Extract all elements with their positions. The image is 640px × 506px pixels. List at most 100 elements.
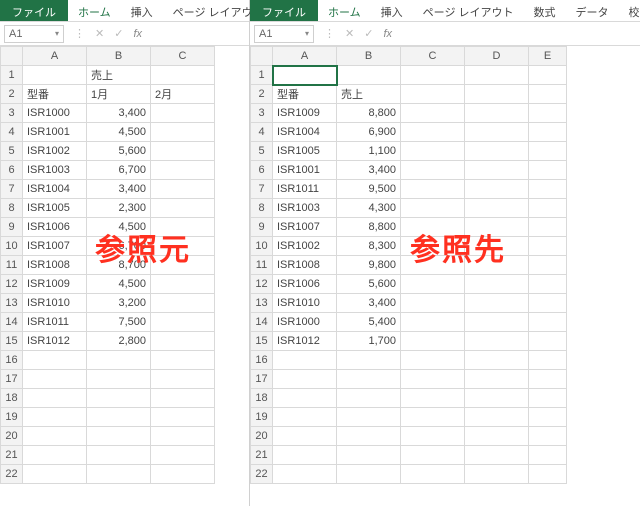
cell[interactable] — [529, 218, 567, 237]
row-header[interactable]: 22 — [251, 465, 273, 484]
dropdown-icon[interactable]: ▾ — [305, 29, 309, 38]
cell[interactable]: 3,400 — [87, 104, 151, 123]
cell[interactable] — [23, 465, 87, 484]
cell[interactable]: 1,700 — [337, 332, 401, 351]
row-header[interactable]: 21 — [251, 446, 273, 465]
row-header[interactable]: 16 — [251, 351, 273, 370]
cell[interactable] — [529, 161, 567, 180]
tab-home[interactable]: ホーム — [68, 0, 121, 21]
cell[interactable]: 7,500 — [87, 313, 151, 332]
cell[interactable] — [273, 427, 337, 446]
cell[interactable] — [465, 351, 529, 370]
cell[interactable]: ISR1011 — [23, 313, 87, 332]
cell[interactable] — [23, 351, 87, 370]
cell[interactable] — [273, 408, 337, 427]
cell[interactable] — [337, 389, 401, 408]
cell[interactable]: ISR1002 — [23, 142, 87, 161]
cell[interactable] — [401, 123, 465, 142]
cell[interactable]: 3,400 — [337, 161, 401, 180]
cell[interactable] — [465, 408, 529, 427]
cell[interactable] — [529, 180, 567, 199]
cell[interactable] — [401, 161, 465, 180]
cell[interactable]: 1月 — [87, 85, 151, 104]
cell[interactable] — [529, 313, 567, 332]
cell[interactable] — [401, 465, 465, 484]
row-header[interactable]: 21 — [1, 446, 23, 465]
cell[interactable] — [465, 199, 529, 218]
cell[interactable]: 3,400 — [337, 294, 401, 313]
cell[interactable]: ISR1005 — [273, 142, 337, 161]
spreadsheet-grid-right[interactable]: ABCDE12型番売上3ISR10098,8004ISR10046,9005IS… — [250, 46, 640, 506]
row-header[interactable]: 11 — [1, 256, 23, 275]
cell[interactable]: 9,800 — [337, 256, 401, 275]
tab-data[interactable]: データ — [566, 0, 619, 21]
cell[interactable] — [465, 104, 529, 123]
cell[interactable] — [401, 408, 465, 427]
cell[interactable] — [401, 218, 465, 237]
cell[interactable]: 9,500 — [337, 180, 401, 199]
cell[interactable]: 4,500 — [87, 275, 151, 294]
cell[interactable]: 売上 — [337, 85, 401, 104]
row-header[interactable]: 10 — [251, 237, 273, 256]
row-header[interactable]: 7 — [1, 180, 23, 199]
cell[interactable] — [529, 123, 567, 142]
cell[interactable]: 3,400 — [87, 180, 151, 199]
row-header[interactable]: 12 — [251, 275, 273, 294]
cell[interactable]: 3,200 — [87, 294, 151, 313]
fx-icon[interactable]: fx — [133, 28, 142, 40]
tab-insert[interactable]: 挿入 — [121, 0, 163, 21]
cell[interactable] — [401, 370, 465, 389]
cell[interactable] — [465, 465, 529, 484]
col-header-B[interactable]: B — [87, 47, 151, 66]
cell[interactable]: ISR1010 — [273, 294, 337, 313]
cell[interactable] — [465, 237, 529, 256]
cell[interactable] — [151, 237, 215, 256]
row-header[interactable]: 8 — [251, 199, 273, 218]
cell[interactable] — [23, 370, 87, 389]
cell[interactable] — [465, 123, 529, 142]
row-header[interactable]: 6 — [1, 161, 23, 180]
tab-file[interactable]: ファイル — [0, 0, 68, 21]
select-all-corner[interactable] — [1, 47, 23, 66]
cell[interactable] — [87, 370, 151, 389]
cell[interactable] — [529, 275, 567, 294]
col-header-C[interactable]: C — [151, 47, 215, 66]
cell[interactable] — [529, 465, 567, 484]
cell[interactable] — [151, 370, 215, 389]
cell[interactable] — [465, 446, 529, 465]
row-header[interactable]: 13 — [251, 294, 273, 313]
col-header-D[interactable]: D — [465, 47, 529, 66]
cell[interactable] — [23, 427, 87, 446]
cell[interactable]: ISR1001 — [273, 161, 337, 180]
cell[interactable]: 8,300 — [337, 237, 401, 256]
row-header[interactable]: 22 — [1, 465, 23, 484]
cell[interactable]: 6,900 — [337, 123, 401, 142]
cell[interactable]: ISR1006 — [23, 218, 87, 237]
cell[interactable] — [465, 427, 529, 446]
row-header[interactable]: 20 — [1, 427, 23, 446]
cell[interactable] — [151, 161, 215, 180]
cell[interactable]: 4,300 — [337, 199, 401, 218]
cell[interactable]: ISR1006 — [273, 275, 337, 294]
cell[interactable]: ISR1000 — [273, 313, 337, 332]
cell[interactable]: ISR1009 — [23, 275, 87, 294]
cell[interactable]: ISR1012 — [23, 332, 87, 351]
row-header[interactable]: 2 — [251, 85, 273, 104]
cell[interactable] — [465, 256, 529, 275]
cell[interactable] — [87, 427, 151, 446]
cell[interactable] — [529, 351, 567, 370]
row-header[interactable]: 20 — [251, 427, 273, 446]
cell[interactable] — [401, 85, 465, 104]
cell[interactable] — [87, 446, 151, 465]
cell[interactable]: ISR1008 — [23, 256, 87, 275]
row-header[interactable]: 15 — [1, 332, 23, 351]
cell[interactable] — [465, 275, 529, 294]
cell[interactable] — [529, 389, 567, 408]
row-header[interactable]: 15 — [251, 332, 273, 351]
worksheet-table-left[interactable]: ABC1売上2型番1月2月3ISR10003,4004ISR10014,5005… — [0, 46, 215, 484]
row-header[interactable]: 3 — [1, 104, 23, 123]
cell[interactable] — [401, 446, 465, 465]
row-header[interactable]: 12 — [1, 275, 23, 294]
cell[interactable] — [401, 427, 465, 446]
tab-file[interactable]: ファイル — [250, 0, 318, 21]
